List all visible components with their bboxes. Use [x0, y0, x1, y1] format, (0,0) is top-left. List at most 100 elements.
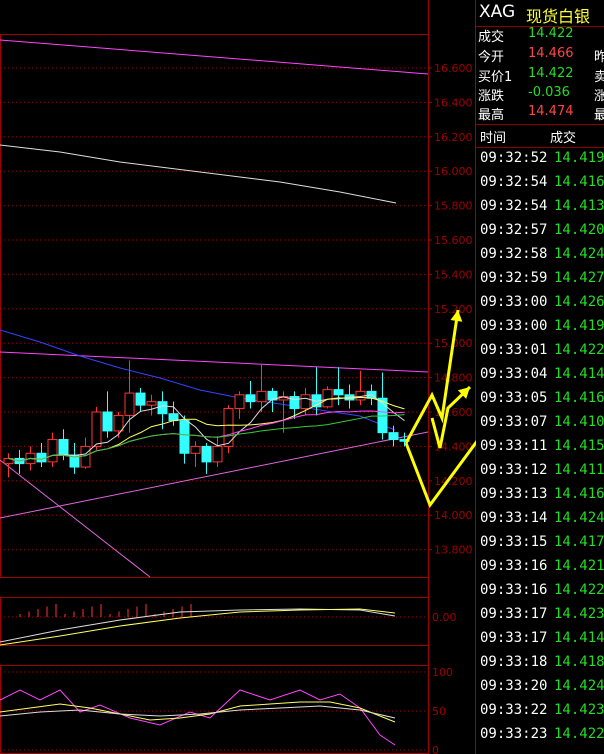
candle-body [322, 389, 333, 408]
tick-price: 14.416 [554, 174, 604, 190]
tick-price: 14.424 [554, 510, 604, 526]
tick-price: 14.410 [554, 414, 604, 430]
candle-body [80, 445, 91, 468]
quote-value: 14.422 [528, 26, 574, 41]
macd-y-label: 0.00 [432, 611, 457, 624]
tick-price: 14.423 [554, 606, 604, 622]
trend-line-upper [0, 351, 429, 373]
osc-y-label: 50 [432, 705, 446, 718]
tick-price: 14.414 [554, 630, 604, 646]
candle-body [102, 411, 113, 432]
quote-extra-label: 昨 [594, 50, 604, 65]
quote-value: -0.036 [528, 85, 570, 100]
quote-value: 14.422 [528, 66, 574, 81]
y-tick-label: 16.400 [434, 96, 473, 109]
tick-time: 09:33:16 [480, 558, 548, 574]
osc-y-label: 100 [432, 666, 453, 679]
y-tick-label: 15.600 [434, 234, 473, 247]
candle-body [168, 413, 179, 422]
tick-price: 14.422 [554, 582, 604, 598]
osc-line-j [0, 705, 396, 719]
tick-time: 09:33:00 [480, 294, 548, 310]
y-tick-label: 14.200 [434, 475, 473, 488]
tick-time: 09:33:01 [480, 342, 548, 358]
candle-body [201, 445, 212, 463]
candle-body [179, 420, 190, 454]
candle-body [190, 445, 201, 454]
tick-price: 14.419 [554, 150, 604, 166]
tick-time: 09:33:22 [480, 702, 548, 718]
candle-body [146, 401, 157, 406]
tick-price: 14.411 [554, 462, 604, 478]
plot-frame [0, 34, 429, 578]
tick-time: 09:32:52 [480, 150, 548, 166]
tick-time: 09:33:17 [480, 606, 548, 622]
candlestick-chart[interactable]: 16.600 16.400 16.200 16.000 15.800 15.600 15.4… [0, 0, 476, 754]
ma-line-long [0, 39, 429, 75]
tick-price: 14.421 [554, 558, 604, 574]
tick-price: 14.424 [554, 678, 604, 694]
quote-value: 14.474 [528, 104, 574, 119]
candle-body [58, 439, 69, 456]
tick-time: 09:32:54 [480, 198, 548, 214]
macd-frame [0, 597, 429, 646]
osc-line-k [0, 689, 396, 746]
tick-time: 09:32:57 [480, 222, 548, 238]
quote-label: 今开 [478, 50, 505, 65]
tick-price: 14.419 [554, 318, 604, 334]
candle-body [256, 390, 267, 403]
ma-line-blue [0, 329, 396, 431]
tick-price: 14.418 [554, 654, 604, 670]
candle-body [245, 394, 256, 403]
tick-time: 09:33:04 [480, 366, 548, 382]
quote-extra-label: 卖 [594, 70, 604, 85]
y-tick-label: 15.400 [434, 268, 473, 281]
symbol-name: 现货白银 [526, 7, 591, 26]
y-tick-label: 13.800 [434, 544, 473, 557]
tick-time: 09:33:20 [480, 678, 548, 694]
tick-price: 14.422 [554, 342, 604, 358]
tick-time: 09:33:17 [480, 630, 548, 646]
ma-line-grey [0, 144, 397, 204]
candle-body [113, 414, 124, 432]
symbol-code: XAG [479, 2, 516, 22]
quote-extra-label: 最 [594, 108, 604, 123]
osc-y-label: 0 [432, 744, 439, 754]
tick-time: 09:33:12 [480, 462, 548, 478]
candle-body [124, 392, 135, 416]
candle-body [157, 401, 168, 415]
y-tick-label: 16.000 [434, 165, 473, 178]
y-tick-label: 15.800 [434, 200, 473, 213]
y-tick-label: 14.000 [434, 509, 473, 522]
candle-body [388, 432, 399, 441]
quote-label: 成交 [478, 30, 505, 45]
candle-body [234, 394, 245, 410]
tick-price: 14.416 [554, 390, 604, 406]
tick-price: 14.426 [554, 294, 604, 310]
y-tick-label: 14.800 [434, 372, 473, 385]
tick-time: 09:33:16 [480, 582, 548, 598]
quote-label: 最高 [478, 108, 505, 123]
tick-time: 09:33:23 [480, 726, 548, 742]
tick-time: 09:33:11 [480, 438, 548, 454]
tick-price: 14.415 [554, 438, 604, 454]
quote-header: XAG 现货白银 [476, 0, 604, 27]
quote-label: 买价1 [478, 70, 513, 85]
candle-body [47, 439, 58, 463]
candle-body [135, 392, 146, 406]
quote-extra-label: 涨 [594, 89, 604, 104]
tick-time: 09:33:00 [480, 318, 548, 334]
tick-price: 14.417 [554, 534, 604, 550]
tick-header-time: 时间 [480, 131, 507, 146]
tick-time: 09:33:18 [480, 654, 548, 670]
y-tick-label: 15.200 [434, 303, 473, 316]
candle-body [91, 411, 102, 447]
tick-time: 09:33:13 [480, 486, 548, 502]
candle-body [223, 408, 234, 447]
trend-line-down [0, 459, 151, 578]
tick-price: 14.424 [554, 246, 604, 262]
tick-time: 09:32:58 [480, 246, 548, 262]
tick-price: 14.423 [554, 702, 604, 718]
tick-price: 14.422 [554, 726, 604, 742]
tick-price: 14.416 [554, 486, 604, 502]
